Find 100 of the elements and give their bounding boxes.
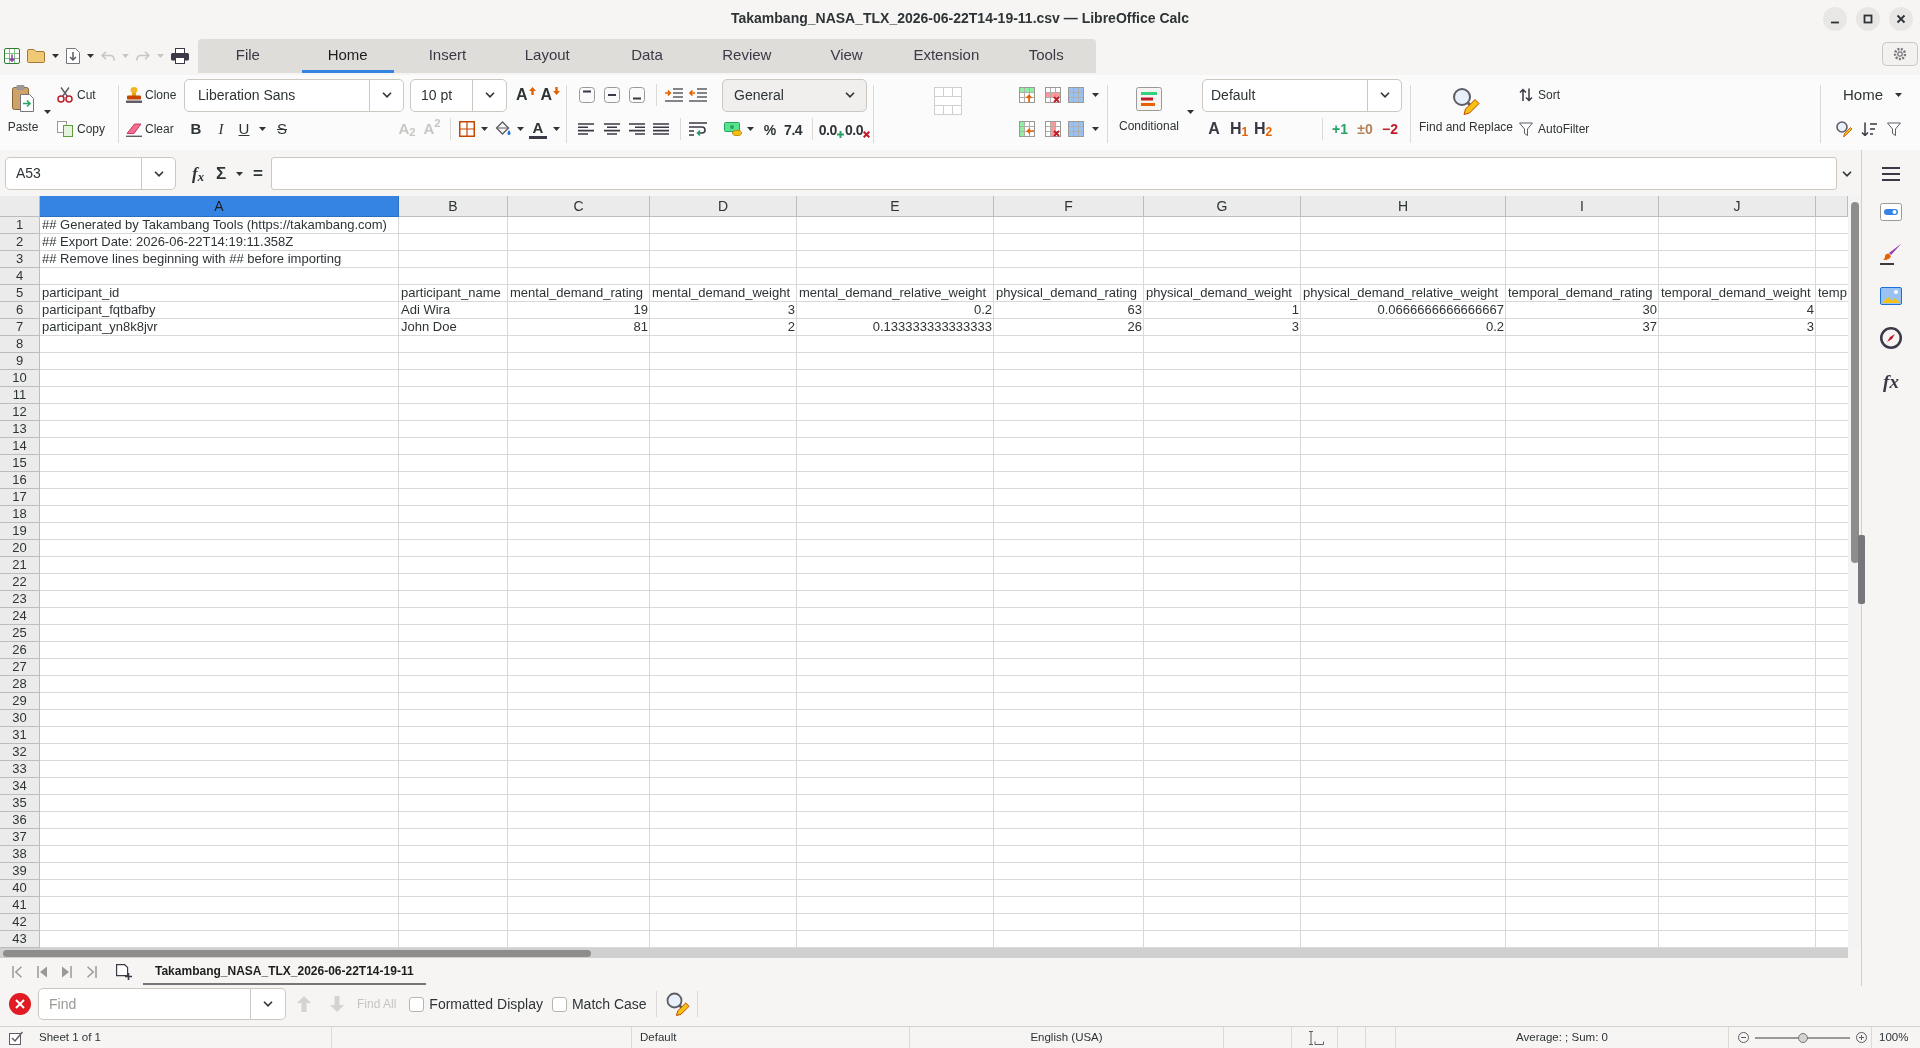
justify-icon[interactable] <box>653 123 669 135</box>
row-header[interactable]: 10 <box>0 370 40 387</box>
previous-sheet-icon[interactable] <box>37 966 47 978</box>
chevron-icon[interactable] <box>381 92 392 98</box>
sort-lines-icon[interactable] <box>1861 122 1877 136</box>
delete-columns-icon[interactable] <box>1045 121 1061 137</box>
insert-columns-icon[interactable] <box>1019 121 1035 137</box>
strikethrough-button[interactable]: S <box>271 118 293 140</box>
scissors-icon[interactable] <box>57 87 73 103</box>
row-header[interactable]: 16 <box>0 472 40 489</box>
row-header[interactable]: 9 <box>0 353 40 370</box>
caret-icon[interactable] <box>1092 93 1099 97</box>
delete-rows-icon[interactable] <box>1045 87 1061 103</box>
style-button[interactable]: A <box>1205 118 1223 140</box>
clipboard-icon[interactable] <box>12 84 34 112</box>
number-button[interactable]: 7.4 <box>782 118 804 140</box>
checkbox-label[interactable]: Formatted Display <box>429 993 543 1015</box>
first-sheet-icon[interactable] <box>12 966 22 978</box>
row-header[interactable]: 20 <box>0 540 40 557</box>
menu-tab[interactable]: Extension <box>900 39 993 73</box>
percent-button[interactable]: % <box>762 118 778 140</box>
row-header[interactable]: 28 <box>0 676 40 693</box>
delete-decimal-button[interactable]: 0.0 <box>844 118 870 140</box>
find-field[interactable]: Find <box>38 988 251 1020</box>
row-header[interactable]: 2 <box>0 234 40 251</box>
settings-icon[interactable] <box>1882 42 1918 66</box>
find-replace-button[interactable]: Find and Replace <box>1417 78 1515 146</box>
paintbrush-icon[interactable] <box>1880 243 1902 265</box>
document-arrow-icon[interactable] <box>66 48 80 64</box>
horizontal-scrollbar[interactable] <box>0 948 1848 958</box>
chevron-icon[interactable] <box>484 92 495 98</box>
menu-tab[interactable]: Data <box>601 39 693 73</box>
caret-icon[interactable] <box>1895 93 1902 97</box>
clear-button[interactable]: Clear <box>126 120 174 138</box>
column-header[interactable]: J <box>1659 196 1816 217</box>
insert-rows-icon[interactable] <box>1019 87 1035 103</box>
row-header[interactable]: 34 <box>0 778 40 795</box>
caret-icon[interactable] <box>44 110 51 114</box>
funnel-icon[interactable] <box>1519 122 1533 136</box>
row-header[interactable]: 26 <box>0 642 40 659</box>
add-decimal-button[interactable]: 0.0 <box>818 118 844 140</box>
name-box[interactable]: A53 <box>5 157 176 190</box>
maximize-icon[interactable] <box>1856 6 1880 31</box>
align-right-icon[interactable] <box>629 123 645 135</box>
close-icon[interactable] <box>9 993 31 1015</box>
row-header[interactable]: 42 <box>0 914 40 931</box>
align-left-icon[interactable] <box>578 123 594 135</box>
number-format-box[interactable]: General <box>722 78 867 112</box>
chevron-icon[interactable] <box>1379 92 1390 98</box>
function-wizard-button[interactable]: f$_{x}$ <box>187 161 209 186</box>
caret-icon[interactable] <box>87 54 94 58</box>
row-header[interactable]: 1 <box>0 217 40 234</box>
column-header[interactable]: F <box>994 196 1144 217</box>
picture-icon[interactable] <box>1880 287 1902 305</box>
row-header[interactable]: 31 <box>0 727 40 744</box>
row-header[interactable]: 21 <box>0 557 40 574</box>
paint-bucket-icon[interactable] <box>495 121 511 137</box>
magnifier-pencil-icon[interactable] <box>1452 87 1480 115</box>
row-header[interactable]: 12 <box>0 404 40 421</box>
printer-icon[interactable] <box>171 48 189 64</box>
toggle-icon[interactable] <box>1880 203 1902 221</box>
up-arrow-icon[interactable] <box>528 87 536 95</box>
row-header[interactable]: 7 <box>0 319 40 336</box>
row-header[interactable]: 43 <box>0 931 40 948</box>
row-header[interactable]: 38 <box>0 846 40 863</box>
row-header[interactable]: 41 <box>0 897 40 914</box>
zoom-in-icon[interactable] <box>1856 1032 1867 1043</box>
font-name-box[interactable]: Liberation Sans <box>184 78 404 112</box>
funnel-icon[interactable] <box>1887 122 1901 136</box>
cell-grid[interactable] <box>40 217 1848 948</box>
scrollbar-thumb[interactable] <box>1850 202 1859 563</box>
caret-icon[interactable] <box>553 127 560 131</box>
wrap-text-icon[interactable] <box>689 122 707 136</box>
row-header[interactable]: 40 <box>0 880 40 897</box>
style-button[interactable]: H$_{2}$ <box>1252 118 1274 140</box>
row-header[interactable]: 27 <box>0 659 40 676</box>
stamp-icon[interactable] <box>126 87 142 103</box>
align-center-icon[interactable] <box>604 123 620 135</box>
spreadsheet-icon[interactable] <box>4 48 20 64</box>
magnifier-pencil-icon[interactable] <box>665 992 690 1016</box>
row-header[interactable]: 37 <box>0 829 40 846</box>
chevron-icon[interactable] <box>263 1001 273 1007</box>
row-header[interactable]: 15 <box>0 455 40 472</box>
slider-thumb[interactable] <box>1797 1032 1808 1043</box>
italic-button[interactable]: I <box>210 118 232 140</box>
copy-button[interactable]: Copy <box>57 120 105 138</box>
plus-icon[interactable] <box>836 131 844 138</box>
column-header[interactable]: E <box>797 196 994 217</box>
sort-button[interactable]: Sort <box>1519 86 1560 104</box>
caret-icon[interactable] <box>517 127 524 131</box>
menu-tab[interactable]: Insert <box>401 39 494 73</box>
row-header[interactable]: 23 <box>0 591 40 608</box>
chevron-icon[interactable] <box>153 170 164 177</box>
next-sheet-icon[interactable] <box>62 966 72 978</box>
row-header[interactable]: 6 <box>0 302 40 319</box>
cross-icon[interactable] <box>862 131 870 138</box>
row-header[interactable]: 13 <box>0 421 40 438</box>
checkbox-label[interactable]: Match Case <box>571 993 647 1015</box>
row-header[interactable]: 4 <box>0 268 40 285</box>
row-header[interactable]: 17 <box>0 489 40 506</box>
